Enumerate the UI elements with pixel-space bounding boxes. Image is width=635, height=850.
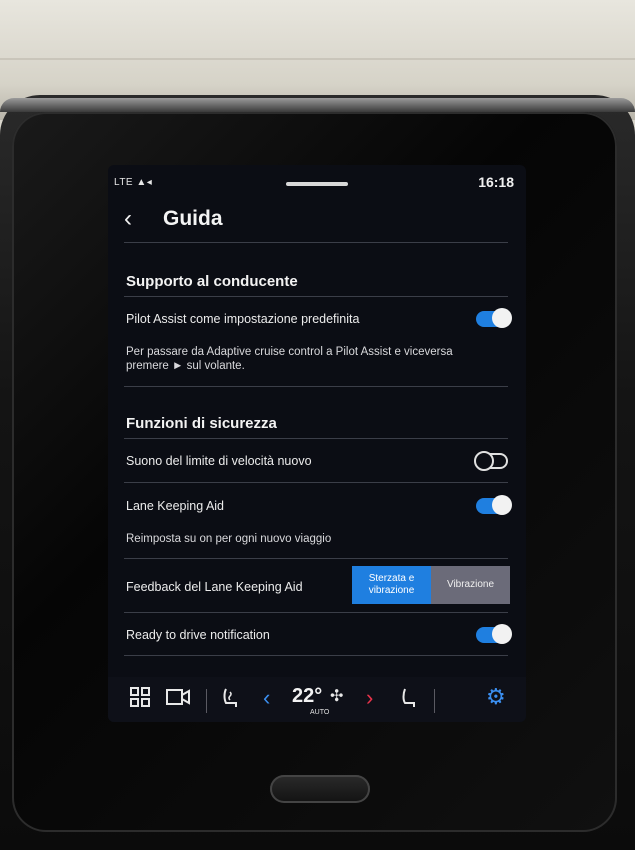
dashboard-chrome-trim [0, 98, 635, 112]
speed-limit-sound-label: Suono del limite di velocità nuovo [126, 454, 312, 468]
divider [124, 558, 508, 559]
divider [124, 438, 508, 439]
chevron-left-icon[interactable]: ‹ [263, 685, 270, 711]
fan-icon[interactable]: ✣ [330, 686, 343, 706]
bottom-bar: ‹ 22° ✣ AUTO › ⚙ [108, 677, 526, 722]
divider [124, 296, 508, 297]
page-title: Guida [163, 207, 223, 230]
temperature-display[interactable]: 22° [292, 685, 322, 708]
lane-keeping-label: Lane Keeping Aid [126, 499, 225, 513]
lane-keeping-description: Reimposta su on per ogni nuovo viaggio [126, 533, 332, 545]
infotainment-screen: LTE ▲◂ 16:18 ‹ Guida Supporto al conduce… [108, 165, 526, 722]
divider [434, 689, 435, 713]
camera-icon[interactable] [166, 687, 190, 712]
divider [124, 612, 508, 613]
section-title-safety: Funzioni di sicurezza [126, 415, 277, 432]
feedback-option-steering-vibration[interactable]: Sterzata e vibrazione [352, 566, 431, 604]
divider [124, 242, 508, 243]
chevron-left-icon[interactable]: ‹ [124, 205, 132, 233]
ready-to-drive-toggle[interactable] [476, 624, 512, 644]
feedback-option-vibration[interactable]: Vibrazione [431, 566, 510, 604]
seat-heat-icon[interactable] [220, 687, 240, 714]
toggle-knob [492, 308, 512, 328]
toggle-knob [492, 624, 512, 644]
wall-seam [0, 58, 635, 60]
climate-auto-label: AUTO [310, 709, 330, 716]
settings-gear-icon[interactable]: ⚙ [486, 684, 506, 710]
toggle-knob [474, 451, 494, 471]
lane-keeping-toggle[interactable] [476, 495, 512, 515]
divider [124, 482, 508, 483]
apps-grid-icon[interactable] [130, 687, 150, 712]
speed-limit-sound-toggle[interactable] [474, 451, 508, 471]
ready-to-drive-label: Ready to drive notification [126, 628, 270, 642]
divider [124, 655, 508, 656]
lane-keeping-feedback-selector: Sterzata e vibrazione Vibrazione [352, 566, 510, 604]
pull-down-handle[interactable] [286, 182, 348, 186]
section-title-driver-support: Supporto al conducente [126, 273, 298, 290]
pilot-assist-description: Per passare da Adaptive cruise control a… [126, 346, 453, 372]
divider [206, 689, 207, 713]
lane-keeping-feedback-label: Feedback del Lane Keeping Aid [126, 580, 303, 594]
signal-status: LTE ▲◂ [114, 177, 153, 188]
pilot-assist-label: Pilot Assist come impostazione predefini… [126, 312, 360, 326]
seat-icon[interactable] [400, 687, 418, 714]
chevron-right-icon[interactable]: › [366, 685, 373, 711]
pilot-assist-toggle[interactable] [476, 308, 512, 328]
clock: 16:18 [478, 174, 514, 190]
divider [124, 386, 508, 387]
toggle-knob [492, 495, 512, 515]
home-button[interactable] [270, 775, 370, 803]
